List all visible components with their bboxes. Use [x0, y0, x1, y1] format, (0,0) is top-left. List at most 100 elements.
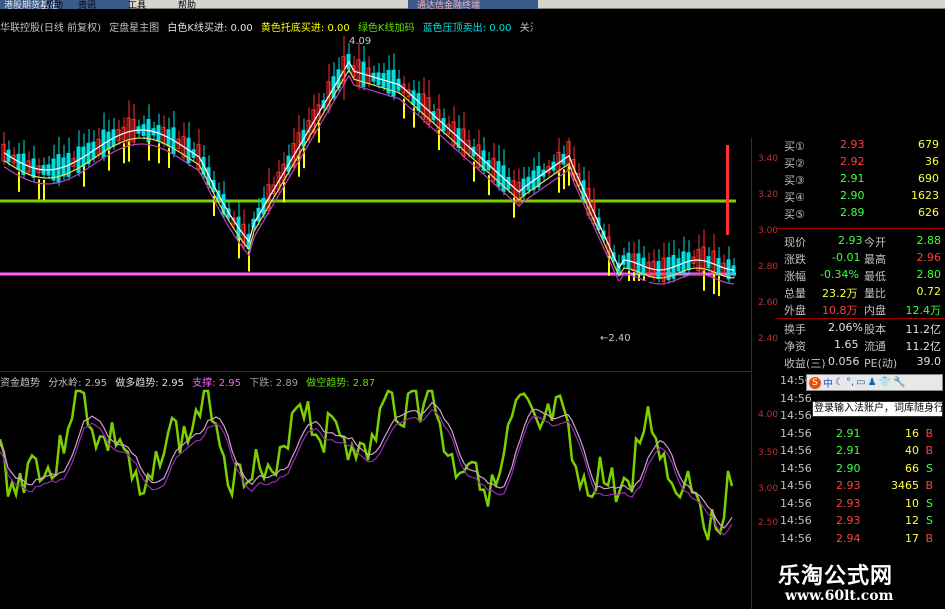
buy5-label: 买⑤ [784, 208, 805, 221]
tick-time: 14:56 [780, 531, 812, 545]
tick-dir: S [926, 496, 933, 510]
tick-vol: 3465 [891, 479, 919, 492]
buy3-price: 2.91 [840, 172, 865, 185]
moon-icon[interactable]: ☾ [835, 377, 844, 388]
tick-row: 14:56 2.91 16 B [778, 427, 945, 444]
tick-vol: 10 [905, 496, 919, 510]
buy5-vol: 626 [918, 206, 939, 219]
stat-high: 2.96 [916, 251, 942, 264]
stat-price-label: 现价 [784, 236, 806, 249]
buy4-price: 2.90 [840, 189, 865, 202]
stat-float-label: 流通 [864, 340, 886, 353]
tick-row: 14:56 2.94 17 B [778, 532, 945, 549]
stat-nav-label: 净资 [784, 340, 806, 353]
y-tick-260: 2.60 [758, 298, 779, 308]
keyboard-icon[interactable]: ▭ [856, 377, 865, 388]
axis-divider [751, 138, 752, 609]
sub-chart[interactable] [0, 371, 751, 609]
tick-time: 14:56 [780, 479, 812, 492]
buy5-price: 2.89 [840, 206, 865, 219]
stat-high-label: 最高 [864, 253, 886, 266]
tick-vol: 40 [905, 444, 919, 457]
punct-icon[interactable]: °, [846, 377, 854, 388]
stat-pe: 39.0 [916, 355, 942, 368]
sub-y-400: 4.00 [758, 410, 779, 420]
stat-vol: 23.2万 [822, 287, 858, 300]
tick-row: 14:56 2.93 12 S [778, 514, 945, 531]
stat-low: 2.80 [916, 268, 942, 281]
stat-outer-label: 外盘 [784, 304, 806, 317]
stat-inner: 12.4万 [905, 304, 942, 317]
y-tick-240: 2.40 [758, 334, 779, 344]
ime-tooltip: 登录输入法账户，词库随身行 [812, 401, 944, 417]
wrench-icon[interactable]: 🔧 [893, 377, 905, 388]
stat-inner-label: 内盘 [864, 304, 886, 317]
watermark-url: www.60lt.com [785, 588, 894, 604]
tick-row: 14:56 2.91 40 B [778, 444, 945, 461]
buy4-label: 买④ [784, 191, 805, 204]
stat-price: 2.93 [838, 234, 863, 247]
stock-terminal: 港股期货基金 帮助 资讯 工具 帮助 通达信金融终端 华联控股(日线 前复权) … [0, 0, 945, 609]
ime-mode[interactable]: 中 [823, 375, 833, 390]
tick-dir: B [925, 479, 933, 492]
short-trend-line [0, 408, 733, 536]
low-label: ←2.40 [600, 333, 631, 344]
tick-vol: 66 [905, 461, 919, 475]
buy1-price: 2.93 [840, 138, 865, 151]
tick-row: 14:56 2.93 10 S [778, 497, 945, 514]
stat-ratio-label: 量比 [864, 287, 886, 300]
tick-dir: S [926, 461, 933, 475]
tick-time: 14:56 [780, 426, 812, 440]
tick-price: 2.94 [836, 531, 861, 545]
quote-panel: 买① 2.93 679 买② 2.92 36 买③ 2.91 690 买④ 2.90 1623 … [778, 138, 945, 588]
tick-vol: 17 [905, 531, 919, 545]
stat-open: 2.88 [916, 234, 942, 247]
stat-low-label: 最低 [864, 270, 886, 283]
stat-cap: 11.2亿 [905, 323, 942, 336]
sub-y-350: 3.50 [758, 448, 779, 458]
tick-vol: 12 [905, 514, 919, 527]
stat-float: 11.2亿 [905, 340, 942, 353]
buy2-label: 买② [784, 157, 805, 170]
blank-area [533, 10, 945, 138]
tick-price: 2.91 [836, 444, 861, 457]
buy3-vol: 690 [918, 172, 939, 185]
tick-time: 14:56 [780, 444, 812, 457]
support-line [0, 401, 733, 529]
buy2-vol: 36 [925, 155, 939, 168]
skin-icon[interactable]: 👕 [879, 377, 891, 388]
tick-dir: B [925, 531, 933, 545]
tick-price: 2.93 [836, 514, 861, 527]
stat-chg: -0.01 [832, 251, 861, 264]
stat-pct: -0.34% [820, 268, 859, 281]
blank-overlay [296, 281, 649, 330]
tick-price: 2.93 [836, 496, 861, 510]
sub-y-250: 2.50 [758, 518, 779, 528]
y-tick-320: 3.20 [758, 190, 779, 200]
tick-time: 14:56 [780, 496, 812, 510]
stat-eps-label: 收益(三) [784, 357, 826, 370]
buy2-price: 2.92 [840, 155, 865, 168]
tick-dir: B [925, 444, 933, 457]
last-candle [726, 145, 729, 235]
tick-time: 14:56 [780, 514, 812, 527]
buy1-vol: 679 [918, 138, 939, 151]
stat-chg-label: 涨跌 [784, 253, 806, 266]
sub-y-300: 3.00 [758, 484, 779, 494]
sogou-icon[interactable]: S [809, 376, 821, 389]
buy3-label: 买③ [784, 174, 805, 187]
tick-row: 14:56 2.90 66 S [778, 462, 945, 479]
stat-eps: 0.056 [828, 355, 860, 368]
buy1-label: 买① [784, 140, 805, 153]
tick-time: 14:56 [780, 391, 812, 405]
stat-pe-label: PE(动) [864, 357, 898, 370]
stat-turn-label: 换手 [784, 323, 806, 336]
ime-toolbar[interactable]: S 中 ☾ °, ▭ ♟ 👕 🔧 [806, 374, 943, 391]
stat-vol-label: 总量 [784, 287, 806, 300]
user-icon[interactable]: ♟ [868, 377, 877, 388]
stat-nav: 1.65 [834, 338, 859, 351]
y-tick-340: 3.40 [758, 154, 779, 164]
tick-dir: B [925, 426, 933, 440]
buy4-vol: 1623 [911, 189, 939, 202]
high-label: 4.09 [349, 36, 372, 47]
